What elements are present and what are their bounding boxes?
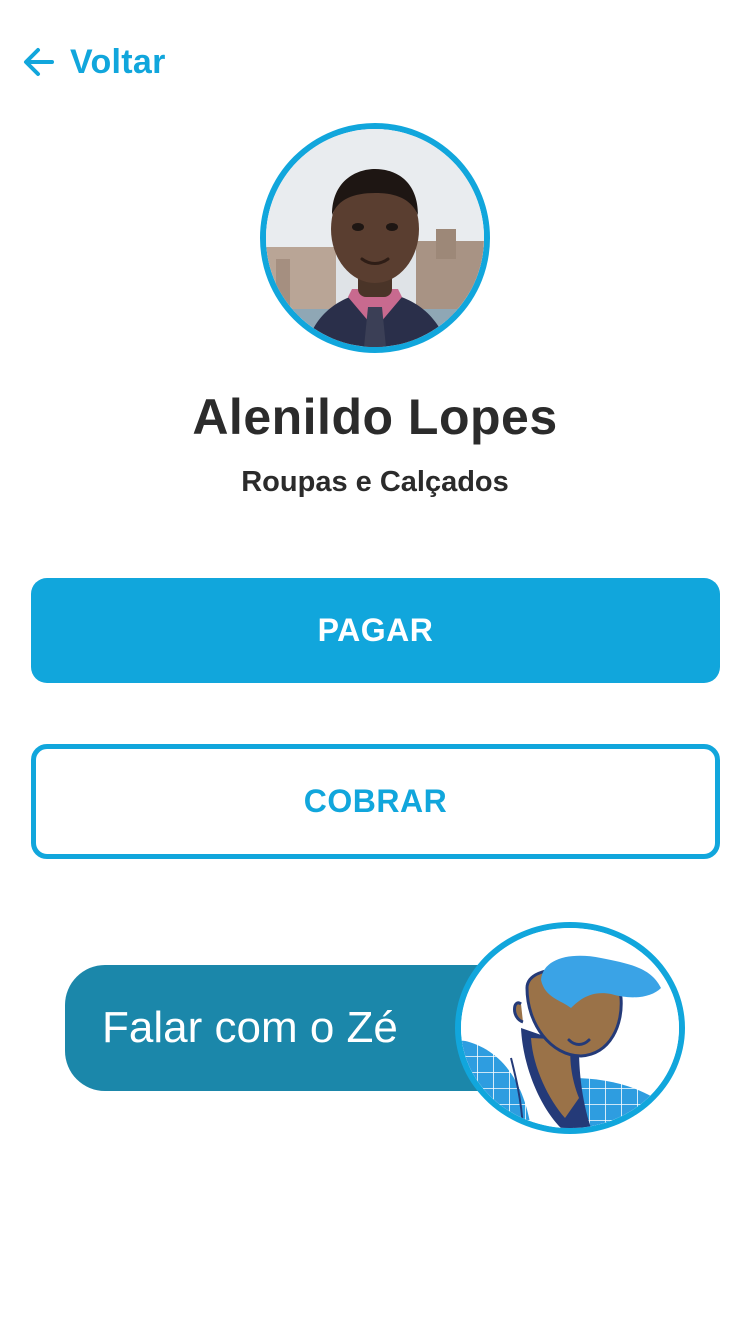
pay-button[interactable]: PAGAR bbox=[31, 578, 720, 683]
profile-category: Roupas e Calçados bbox=[241, 466, 509, 498]
back-button[interactable]: Voltar bbox=[22, 40, 166, 84]
arrow-left-icon bbox=[22, 45, 56, 79]
back-label: Voltar bbox=[70, 42, 166, 81]
talk-to-assistant-label: Falar com o Zé bbox=[102, 1003, 398, 1052]
assistant-avatar-icon[interactable] bbox=[455, 922, 685, 1134]
profile-avatar bbox=[260, 123, 490, 353]
charge-button[interactable]: COBRAR bbox=[31, 744, 720, 859]
profile-name: Alenildo Lopes bbox=[192, 389, 558, 445]
merchant-profile-screen: Voltar Alenildo Lopes Roupas e Calçados … bbox=[0, 0, 750, 1334]
